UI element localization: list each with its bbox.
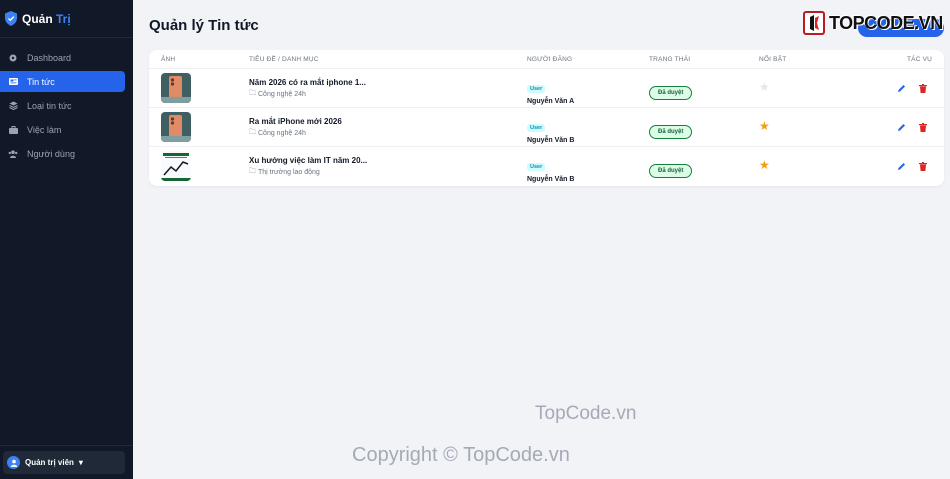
sidebar-item-news[interactable]: Tin tức bbox=[0, 71, 125, 92]
users-icon bbox=[8, 149, 18, 159]
pencil-icon bbox=[897, 84, 905, 92]
folder-icon: 🗀 bbox=[249, 168, 256, 175]
layers-icon bbox=[8, 101, 18, 111]
delete-button[interactable] bbox=[916, 120, 930, 134]
edit-button[interactable] bbox=[894, 120, 908, 134]
table-row: Xu hướng việc làm IT năm 20... 🗀 Thị trườ… bbox=[149, 147, 944, 186]
brand[interactable]: Quản Trị bbox=[0, 0, 133, 38]
sidebar-item-label: Tin tức bbox=[27, 76, 55, 87]
news-thumbnail bbox=[161, 151, 191, 181]
star-icon[interactable]: ★ bbox=[759, 159, 770, 171]
sidebar-item-jobs[interactable]: Việc làm bbox=[0, 119, 125, 140]
column-header: Tác vụ bbox=[907, 56, 933, 63]
author-name: Nguyễn Văn B bbox=[527, 137, 575, 144]
role-badge: User bbox=[527, 124, 546, 132]
column-header: Nổi bật bbox=[759, 56, 787, 63]
sidebar-item-dashboard[interactable]: Dashboard bbox=[0, 47, 125, 68]
edit-button[interactable] bbox=[894, 159, 908, 173]
user-bar: Quản trị viên ▾ bbox=[0, 445, 133, 479]
delete-button[interactable] bbox=[916, 159, 930, 173]
sidebar-item-categories[interactable]: Loại tin tức bbox=[0, 95, 125, 116]
table-row: Ra mắt iPhone mới 2026 🗀 Công nghệ 24h Us… bbox=[149, 108, 944, 147]
dashboard-icon bbox=[8, 53, 18, 63]
table-row: Năm 2026 có ra mắt iphone 1... 🗀 Công ngh… bbox=[149, 69, 944, 108]
logo-text: TOPCODE.VN bbox=[829, 12, 943, 33]
news-icon bbox=[8, 77, 18, 87]
user-name: Quản trị viên bbox=[25, 458, 74, 467]
news-title[interactable]: Năm 2026 có ra mắt iphone 1... bbox=[249, 78, 449, 87]
column-header: Tiêu đề / Danh mục bbox=[249, 56, 319, 63]
brand-title: Quản Trị bbox=[22, 11, 71, 26]
copyright-watermark: Copyright © TopCode.vn bbox=[352, 444, 570, 466]
table-header: Ảnh Tiêu đề / Danh mục Người đăng Trạng … bbox=[149, 50, 944, 69]
news-category: Thị trường lao động bbox=[258, 169, 320, 176]
topcode-logo: TOPCODE.VN bbox=[803, 11, 943, 35]
sidebar-item-label: Dashboard bbox=[27, 52, 72, 63]
star-icon[interactable]: ★ bbox=[759, 120, 770, 132]
column-header: Người đăng bbox=[527, 56, 573, 63]
folder-icon: 🗀 bbox=[249, 129, 256, 136]
trash-icon bbox=[919, 122, 927, 132]
avatar bbox=[7, 456, 20, 469]
trash-icon bbox=[919, 161, 927, 171]
pencil-icon bbox=[897, 162, 905, 170]
star-icon[interactable]: ★ bbox=[759, 81, 770, 93]
user-menu[interactable]: Quản trị viên ▾ bbox=[3, 451, 125, 474]
role-badge: User bbox=[527, 85, 546, 93]
news-title[interactable]: Ra mắt iPhone mới 2026 bbox=[249, 117, 449, 126]
news-thumbnail bbox=[161, 73, 191, 103]
column-header: Trạng thái bbox=[649, 56, 691, 63]
column-header: Ảnh bbox=[161, 56, 176, 63]
sidebar-item-label: Người dùng bbox=[27, 148, 75, 159]
sidebar-nav: Dashboard Tin tức Loại tin tức Việc làm … bbox=[0, 38, 133, 164]
edit-button[interactable] bbox=[894, 81, 908, 95]
folder-icon: 🗀 bbox=[249, 90, 256, 97]
sidebar-item-users[interactable]: Người dùng bbox=[0, 143, 125, 164]
briefcase-icon bbox=[8, 125, 18, 135]
news-title[interactable]: Xu hướng việc làm IT năm 20... bbox=[249, 156, 449, 165]
news-category: Công nghệ 24h bbox=[258, 130, 306, 137]
news-category: Công nghệ 24h bbox=[258, 91, 306, 98]
page-title: Quản lý Tin tức bbox=[149, 17, 259, 34]
watermark: TopCode.vn bbox=[535, 403, 637, 424]
status-badge: Đã duyệt bbox=[649, 164, 693, 178]
pencil-icon bbox=[897, 123, 905, 131]
caret-down-icon: ▾ bbox=[78, 458, 83, 467]
sidebar: Quản Trị Dashboard Tin tức Loại tin tức … bbox=[0, 0, 133, 479]
status-badge: Đã duyệt bbox=[649, 125, 693, 139]
shield-icon bbox=[5, 11, 17, 26]
author-name: Nguyễn Văn A bbox=[527, 98, 575, 105]
logo-icon bbox=[803, 11, 825, 35]
trash-icon bbox=[919, 83, 927, 93]
news-thumbnail bbox=[161, 112, 191, 142]
role-badge: User bbox=[527, 163, 546, 171]
delete-button[interactable] bbox=[916, 81, 930, 95]
sidebar-item-label: Loại tin tức bbox=[27, 100, 72, 111]
author-name: Nguyễn Văn B bbox=[527, 176, 575, 183]
user-icon bbox=[10, 459, 17, 467]
status-badge: Đã duyệt bbox=[649, 86, 693, 100]
news-table: Ảnh Tiêu đề / Danh mục Người đăng Trạng … bbox=[149, 50, 944, 186]
sidebar-item-label: Việc làm bbox=[27, 124, 62, 135]
